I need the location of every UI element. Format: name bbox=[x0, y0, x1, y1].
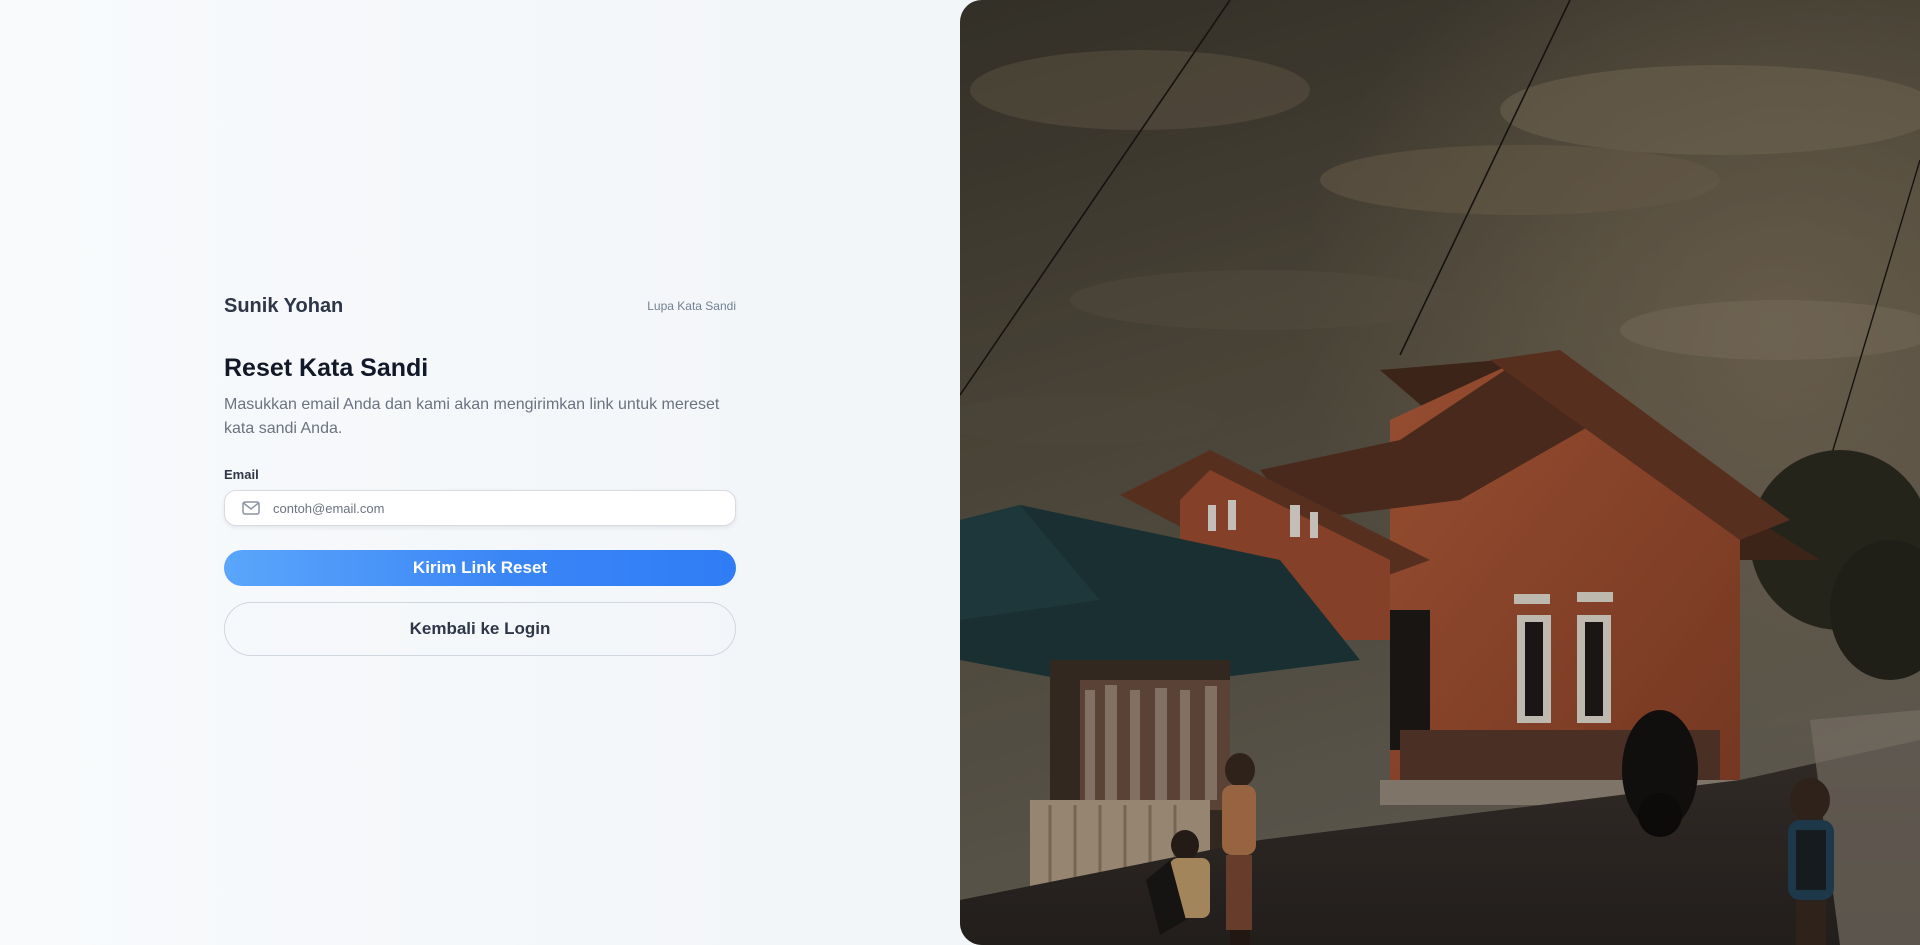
page-title: Reset Kata Sandi bbox=[224, 354, 429, 382]
page-crumb: Lupa Kata Sandi bbox=[647, 299, 736, 313]
email-label: Email bbox=[224, 467, 259, 482]
send-reset-link-button[interactable]: Kirim Link Reset bbox=[224, 550, 736, 586]
email-field-wrapper[interactable] bbox=[224, 490, 736, 526]
page-description: Masukkan email Anda dan kami akan mengir… bbox=[224, 396, 720, 437]
village-house-photo bbox=[960, 0, 1920, 945]
email-input[interactable] bbox=[273, 493, 713, 523]
brand-name: Sunik Yohan bbox=[224, 294, 344, 317]
brand-row: Sunik Yohan Lupa Kata Sandi bbox=[224, 290, 736, 322]
reset-password-page: Sunik Yohan Lupa Kata Sandi Reset Kata S… bbox=[0, 0, 1920, 945]
hero-photo bbox=[960, 0, 1920, 945]
mail-icon bbox=[242, 501, 260, 515]
reset-form-panel: Sunik Yohan Lupa Kata Sandi Reset Kata S… bbox=[224, 290, 736, 656]
back-to-login-button[interactable]: Kembali ke Login bbox=[224, 602, 736, 656]
